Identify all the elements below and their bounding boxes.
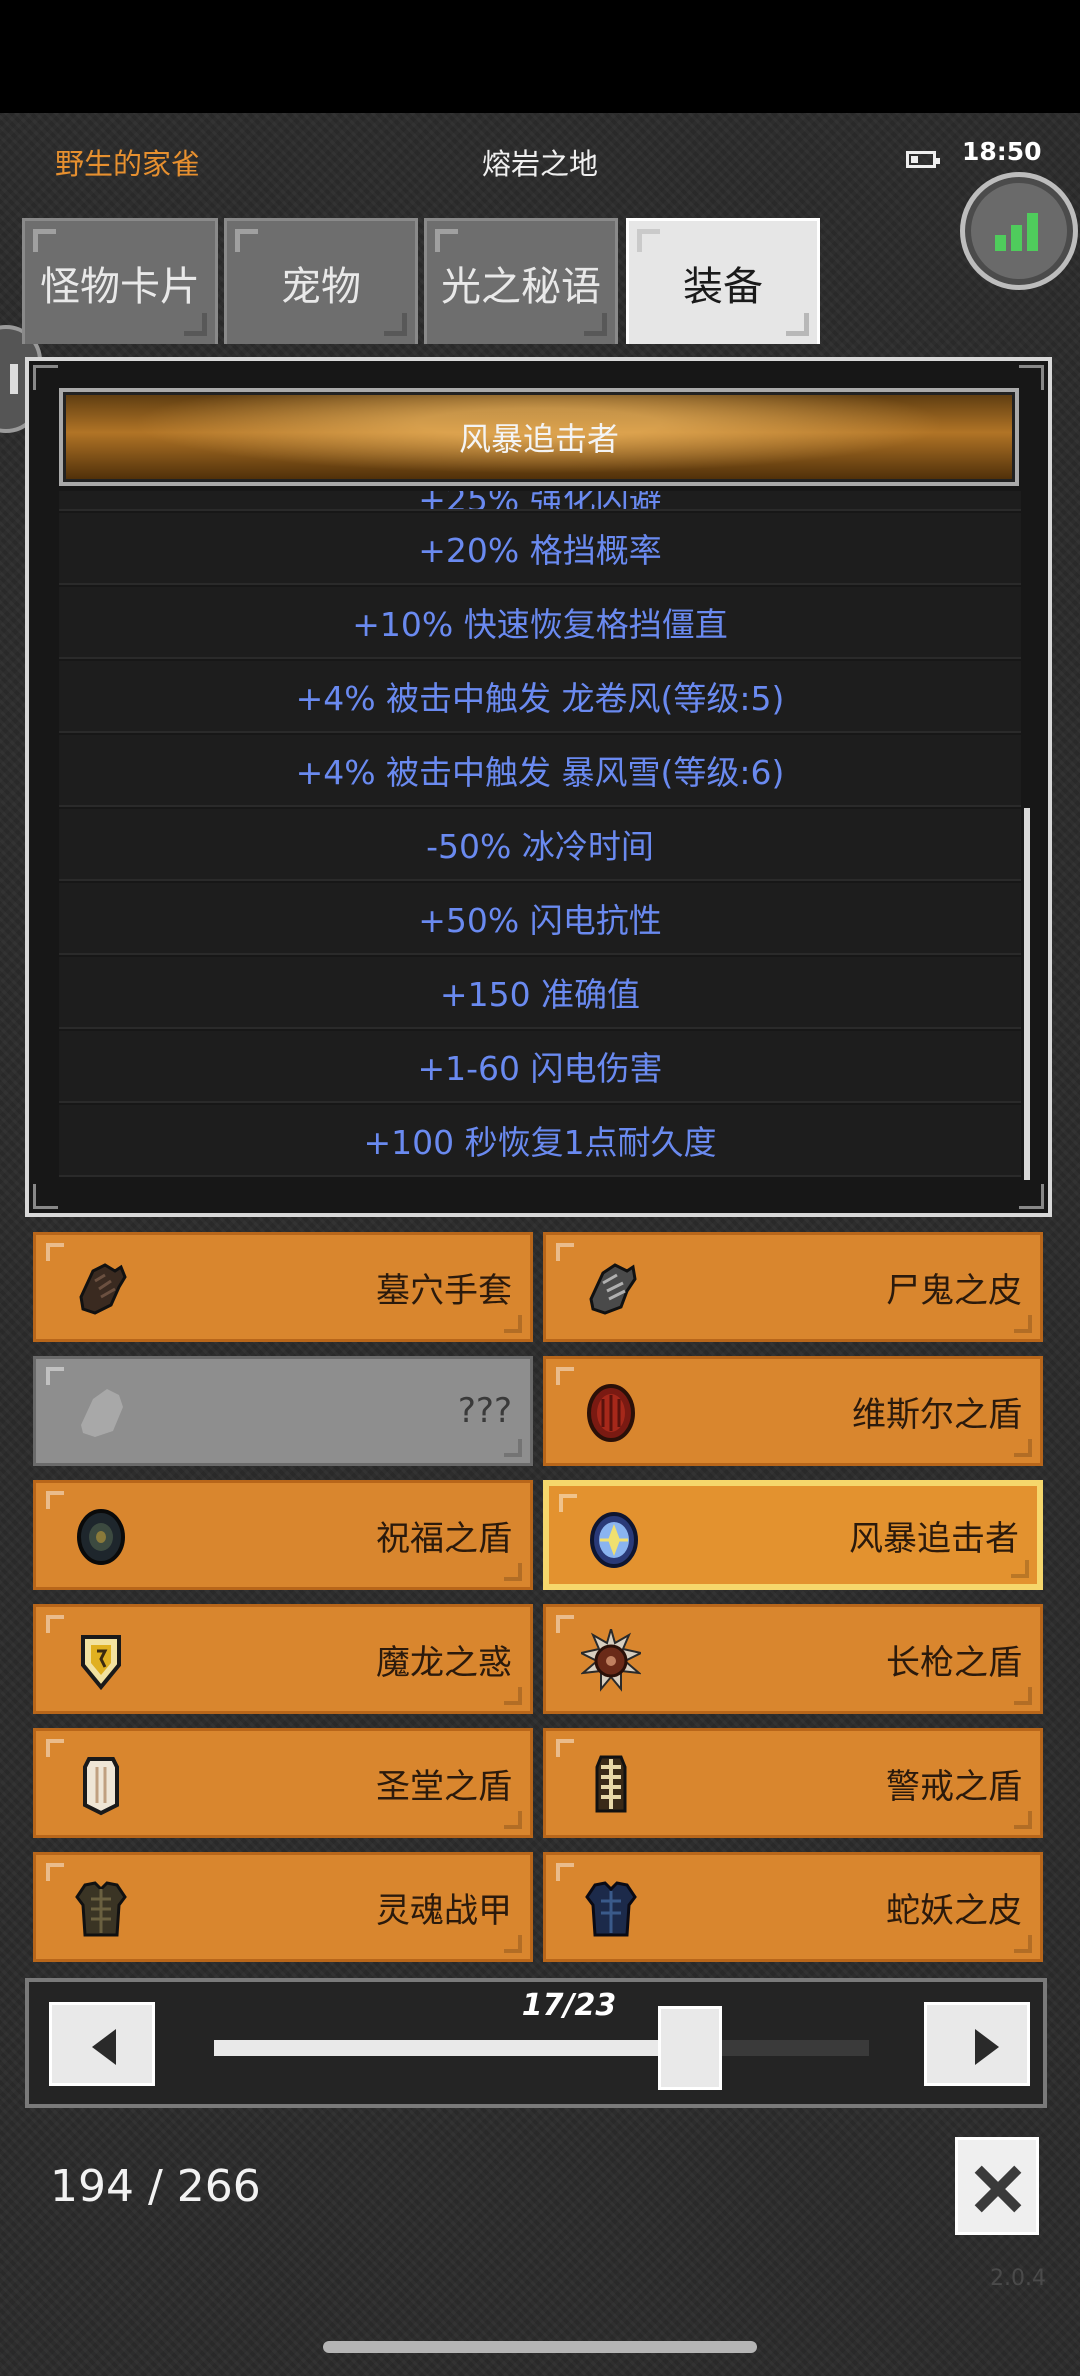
page-indicator: 17/23 [521, 1988, 617, 2023]
tab-label: 装备 [683, 263, 763, 310]
item-name: 祝福之盾 [376, 1518, 512, 1559]
storm-shield-icon [590, 1512, 638, 1568]
round-red-shield-icon [587, 1384, 635, 1442]
tab-label: 宠物 [281, 263, 361, 310]
tab-label: 光之秘语 [441, 263, 601, 310]
prev-page-button[interactable] [49, 2002, 155, 2086]
gauntlet-icon [589, 1263, 637, 1315]
tower-shield-icon [83, 1757, 119, 1816]
clock: 18:50 [962, 137, 1042, 166]
spiked-shield-icon [581, 1629, 641, 1692]
signal-bar-icon [995, 235, 1006, 251]
arrow-left-icon [92, 2029, 116, 2065]
stat-row-clipped: +25% 强化闪避 [59, 491, 1021, 511]
item-title-banner: 风暴追击者 [59, 388, 1019, 486]
blue-armor-icon [585, 1881, 637, 1937]
bone-shield-icon [595, 1755, 627, 1813]
version-label: 2.0.4 [990, 2266, 1046, 2291]
stat-row: -50% 冰冷时间 [59, 809, 1021, 881]
battery-icon [906, 151, 940, 168]
unknown-item-icon [81, 1389, 123, 1437]
stat-row: +150 准确值 [59, 957, 1021, 1029]
item-name: 尸鬼之皮 [886, 1270, 1022, 1311]
item-name: 魔龙之惑 [376, 1642, 512, 1683]
item-card[interactable]: 尸鬼之皮 [543, 1232, 1043, 1342]
stat-row: +4% 被击中触发 龙卷风(等级:5) [59, 661, 1021, 733]
page-navigator: 17/23 [25, 1978, 1047, 2108]
collection-count: 194 / 266 [50, 2161, 261, 2212]
signal-bar-icon [1011, 225, 1022, 251]
category-tabs: 怪物卡片 宠物 光之秘语 装备 [22, 218, 822, 346]
item-card[interactable]: 维斯尔之盾 [543, 1356, 1043, 1466]
item-name: 长枪之盾 [886, 1642, 1022, 1683]
item-card[interactable]: 魔龙之惑 [33, 1604, 533, 1714]
stat-row: +10% 快速恢复格挡僵直 [59, 587, 1021, 659]
stat-row: +100 秒恢复1点耐久度 [59, 1105, 1021, 1177]
item-name: 墓穴手套 [376, 1270, 512, 1311]
page-slider-thumb[interactable] [658, 2006, 723, 2090]
item-name: 蛇妖之皮 [886, 1890, 1022, 1931]
page-slider-fill [214, 2040, 691, 2056]
item-card[interactable]: 圣堂之盾 [33, 1728, 533, 1838]
tab-light-secrets[interactable]: 光之秘语 [424, 218, 618, 344]
page-slider[interactable] [214, 2006, 869, 2090]
item-name: 维斯尔之盾 [852, 1394, 1022, 1435]
item-card[interactable]: 警戒之盾 [543, 1728, 1043, 1838]
dark-armor-icon [75, 1881, 127, 1937]
bottom-bar: 194 / 266 [0, 2117, 1080, 2266]
item-name: 圣堂之盾 [376, 1766, 512, 1807]
item-card[interactable]: 祝福之盾 [33, 1480, 533, 1590]
glove-icon [79, 1263, 127, 1315]
signal-bar-icon [1027, 213, 1038, 251]
close-button[interactable] [955, 2137, 1039, 2235]
item-name: ??? [457, 1391, 512, 1431]
item-card-selected[interactable]: 风暴追击者 [543, 1480, 1043, 1590]
item-card[interactable]: 灵魂战甲 [33, 1852, 533, 1962]
stat-row: +50% 闪电抗性 [59, 883, 1021, 955]
dragon-shield-icon [81, 1635, 121, 1691]
next-page-button[interactable] [924, 2002, 1030, 2086]
home-indicator[interactable] [323, 2341, 757, 2353]
tab-monster-cards[interactable]: 怪物卡片 [22, 218, 218, 344]
dark-round-shield-icon [77, 1509, 125, 1565]
stat-row: +4% 被击中触发 暴风雪(等级:6) [59, 735, 1021, 807]
item-card[interactable]: 蛇妖之皮 [543, 1852, 1043, 1962]
item-name: 灵魂战甲 [376, 1890, 512, 1931]
item-card[interactable]: 长枪之盾 [543, 1604, 1043, 1714]
tab-equipment[interactable]: 装备 [626, 218, 820, 344]
item-stats-list[interactable]: +25% 强化闪避 +20% 格挡概率 +10% 快速恢复格挡僵直 +4% 被击… [59, 491, 1021, 1186]
status-bar: 野生的家雀 熔岩之地 18:50 [0, 113, 1080, 208]
item-name: 风暴追击者 [849, 1518, 1019, 1559]
item-card-locked[interactable]: ??? [33, 1356, 533, 1466]
item-detail-panel: 风暴追击者 +25% 强化闪避 +20% 格挡概率 +10% 快速恢复格挡僵直 … [25, 357, 1052, 1217]
item-name: 警戒之盾 [886, 1766, 1022, 1807]
item-title: 风暴追击者 [458, 420, 619, 458]
arrow-right-icon [975, 2029, 999, 2065]
stats-scrollbar[interactable] [1024, 808, 1030, 1180]
network-signal-button[interactable] [960, 172, 1078, 290]
tab-label: 怪物卡片 [40, 263, 200, 310]
stat-row: +1-60 闪电伤害 [59, 1031, 1021, 1103]
tab-pets[interactable]: 宠物 [224, 218, 418, 344]
item-card[interactable]: 墓穴手套 [33, 1232, 533, 1342]
stat-row: +20% 格挡概率 [59, 513, 1021, 585]
